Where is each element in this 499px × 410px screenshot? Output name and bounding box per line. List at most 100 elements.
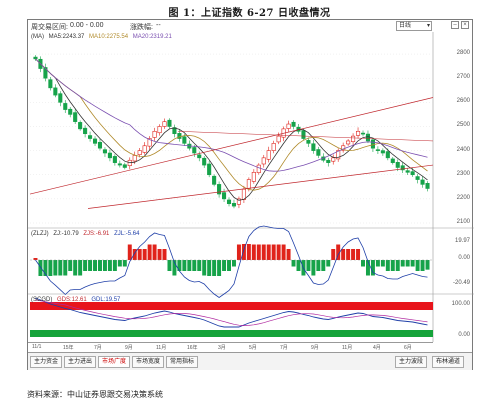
candle-down [311, 143, 316, 151]
fund-bar-negative [217, 260, 222, 276]
x-tick-label: 5月 [249, 345, 257, 351]
candle-up [331, 157, 336, 162]
fund-bar-negative [38, 260, 43, 276]
zlzj-legend: (ZLZJ) ZJ:-10.79 ZJS:-6.91 ZJL:-5.64 [31, 231, 142, 237]
scgd-y-zero: 0.00 [458, 332, 470, 338]
candle-up [351, 135, 356, 142]
fund-bar-negative [321, 260, 326, 271]
candle-up [251, 172, 256, 182]
tab-market-breadth[interactable]: 市场广度 [98, 356, 131, 368]
fund-bar-negative [98, 260, 102, 271]
candle-up [256, 164, 261, 173]
candle-down [301, 130, 306, 139]
candle-down [102, 149, 107, 154]
fund-bar-positive [142, 249, 147, 260]
candle-up [132, 155, 137, 162]
fund-bar-negative [410, 260, 415, 267]
fund-bar-negative [380, 260, 385, 267]
zjs-value: ZJS:-6.91 [83, 231, 110, 237]
candle-up [157, 126, 162, 134]
candle-down [395, 162, 400, 168]
tab-common-indicators[interactable]: 常用指标 [166, 356, 199, 368]
fund-bar-positive [162, 249, 167, 260]
candle-down [92, 138, 98, 144]
tab-bollinger[interactable]: 布林通道 [432, 356, 465, 368]
fund-bar-negative [88, 260, 93, 271]
fund-bar-negative [78, 260, 83, 276]
gds-value: GDS:12.61 [57, 297, 87, 303]
fund-bar-positive [281, 244, 286, 260]
scgd-label: (SCGD) [31, 297, 53, 303]
candle-down [117, 163, 122, 166]
fund-bar-negative [291, 260, 296, 267]
candle-down [107, 152, 112, 159]
candle-down [212, 175, 217, 185]
candle-down [88, 135, 93, 139]
x-tick-label: 6月 [404, 345, 412, 351]
candle-down [197, 154, 202, 159]
fund-bar-negative [58, 260, 63, 276]
candle-down [231, 203, 237, 207]
candle-up [356, 130, 361, 136]
ma20-value: MA20:2319.21 [132, 34, 172, 40]
scgd-legend: (SCGD) GDS:12.61 GDL:19.57 [31, 297, 123, 303]
fund-bar-negative [306, 260, 311, 271]
chart-window: 周交易区间: 0.00 - 0.00 涨跌幅: -- 日线 – × (MA) M… [27, 19, 474, 370]
y-tick-label: 2500 [456, 122, 470, 129]
y-tick-label: 2600 [456, 98, 470, 105]
ma5-line [35, 58, 428, 201]
x-tick-label: 11月 [156, 345, 167, 351]
fund-bar-positive [256, 244, 261, 260]
candle-down [78, 122, 83, 130]
candle-down [48, 79, 53, 89]
fund-bar-negative [68, 260, 73, 271]
fund-bar-negative [420, 260, 425, 271]
candle-up [266, 150, 271, 160]
x-tick-label: 7月 [94, 345, 102, 351]
candle-down [73, 112, 78, 122]
candle-down [182, 136, 187, 144]
candle-up [261, 157, 266, 165]
candle-down [122, 164, 127, 168]
tab-market-width[interactable]: 市场宽度 [132, 356, 165, 368]
fund-bar-negative [107, 260, 112, 271]
candle-down [167, 119, 172, 127]
fund-bar-negative [53, 260, 58, 276]
x-tick-label: 9月 [311, 345, 319, 351]
fund-bar-positive [341, 249, 346, 260]
candle-down [97, 141, 103, 149]
fund-bar-negative [231, 260, 236, 267]
tab-main-wave[interactable]: 主力波段 [395, 356, 428, 368]
fund-bar-positive [147, 244, 152, 260]
tab-main-fund[interactable]: 主力资金 [30, 356, 63, 368]
tab-main-flow[interactable]: 主力进出 [64, 356, 97, 368]
ma20-line [35, 58, 428, 172]
candle-down [420, 179, 425, 185]
zlzj-y-top: 19.97 [454, 238, 470, 244]
fund-bar-negative [112, 260, 117, 271]
candle-down [222, 192, 227, 200]
candle-down [360, 132, 366, 135]
zlzj-y-bottom: -20.49 [452, 280, 470, 286]
candle-down [405, 170, 410, 173]
candle-down [316, 149, 321, 156]
candle-down [207, 163, 212, 176]
candle-down [326, 159, 331, 163]
candle-down [385, 151, 390, 159]
fund-bar-negative [395, 260, 400, 271]
candle-up [162, 121, 167, 127]
x-tick-label: 11月 [342, 345, 353, 351]
candle-down [291, 121, 296, 127]
zj-value: ZJ:-10.79 [53, 231, 79, 237]
fund-bar-positive [157, 249, 162, 260]
candle-down [68, 108, 73, 115]
ma10-line [35, 58, 428, 191]
fund-bar-negative [385, 260, 390, 271]
zlzj-label: (ZLZJ) [31, 231, 49, 237]
fund-bar-negative [227, 260, 232, 271]
candle-down [375, 149, 380, 151]
fund-bar-negative [93, 260, 98, 271]
fund-bar-negative [202, 260, 207, 276]
fund-bar-positive [246, 244, 251, 260]
fund-bar-negative [415, 260, 420, 271]
